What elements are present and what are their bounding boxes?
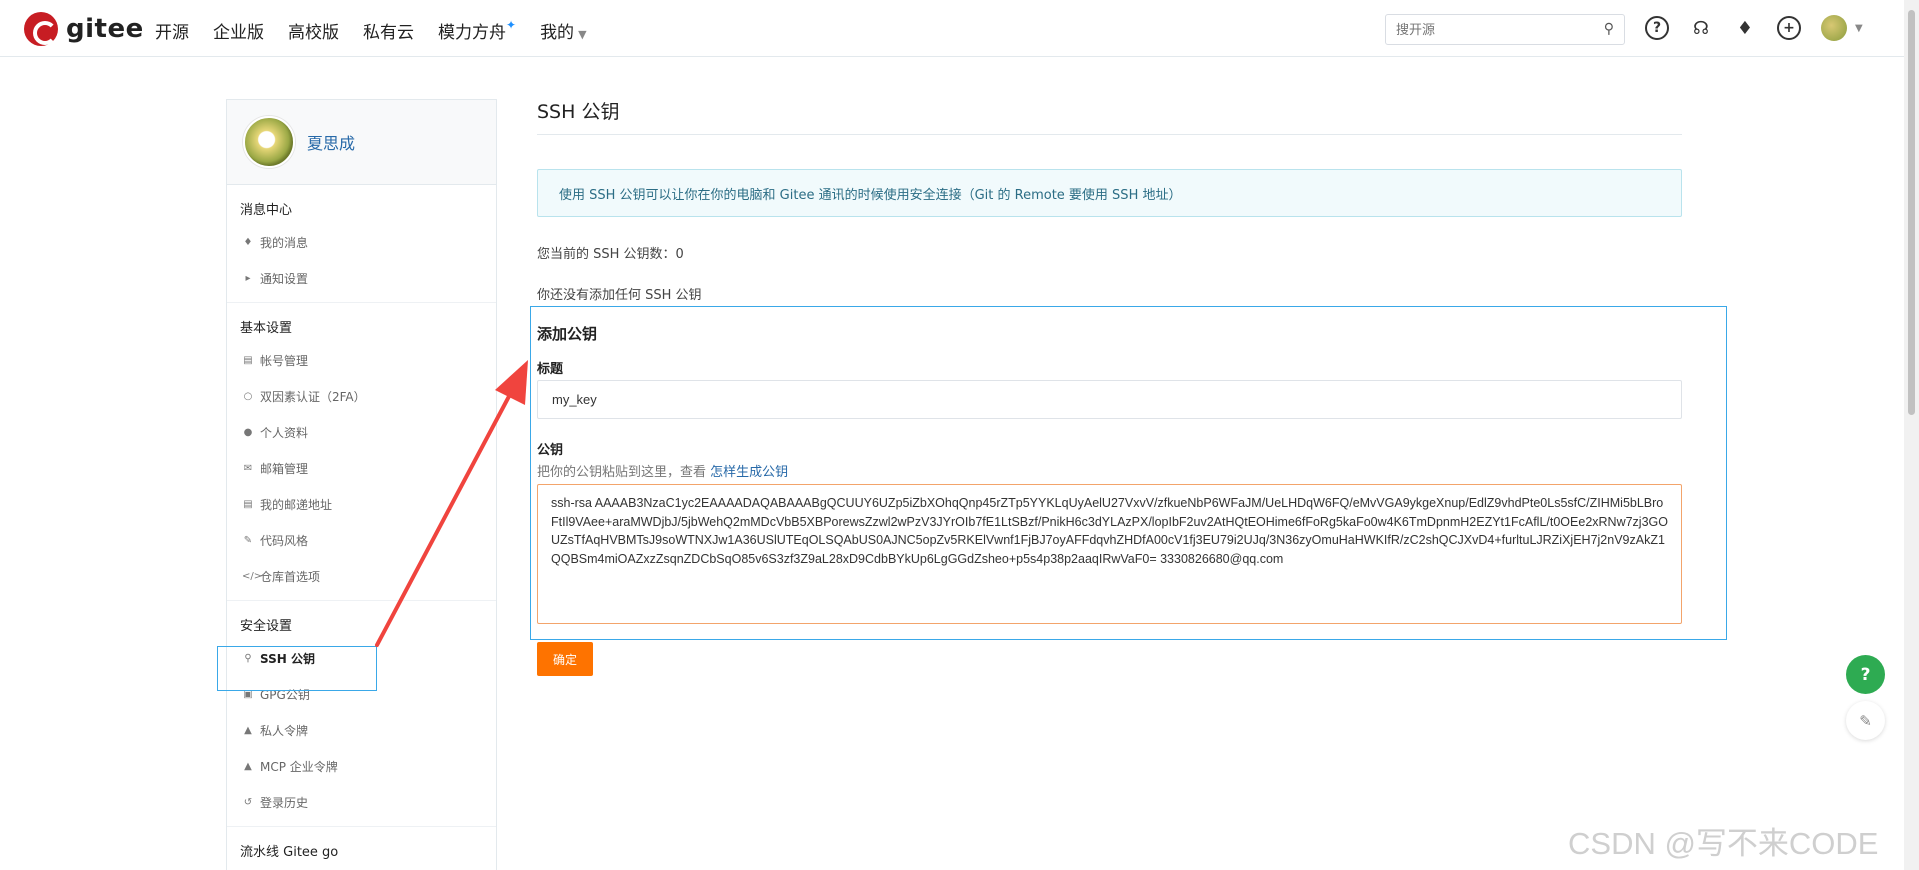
sidebar-item-login-history[interactable]: ↺ 登录历史 <box>227 784 496 820</box>
key-label: 公钥 <box>537 443 564 458</box>
public-key-textarea[interactable]: ssh-rsa AAAAB3NzaC1yc2EAAAADAQABAAABgQCU… <box>537 484 1682 624</box>
add-key-title: 添加公钥 <box>537 325 598 343</box>
help-button[interactable]: ? <box>1846 655 1885 694</box>
page-scrollbar[interactable] <box>1904 0 1919 870</box>
sidebar-item-my-messages[interactable]: ♦ 我的消息 <box>227 224 496 260</box>
sidebar-item-mcp-tokens[interactable]: ▲ MCP 企业令牌 <box>227 748 496 784</box>
sidebar-item-email[interactable]: ✉ 邮箱管理 <box>227 450 496 486</box>
lightbulb-icon[interactable]: ☊ <box>1689 16 1713 40</box>
sidebar-item-label: 通知设置 <box>260 271 309 286</box>
chevron-down-icon: ▼ <box>578 28 587 41</box>
feedback-edit-button[interactable]: ✎ <box>1846 701 1885 740</box>
sidebar-item-notification-settings[interactable]: ▸ 通知设置 <box>227 260 496 296</box>
sidebar-item-code-style[interactable]: ✎ 代码风格 <box>227 522 496 558</box>
search-input[interactable] <box>1386 15 1586 44</box>
envelope-icon: ✉ <box>243 462 253 474</box>
top-navbar: gitee 开源 企业版 高校版 私有云 模力方舟✦ 我的▼ ⚲ ? ☊ ♦ +… <box>0 0 1904 57</box>
group-title: 流水线 Gitee go <box>240 845 339 860</box>
nav-item-moli-label: 模力方舟 <box>438 23 506 43</box>
top-icons: ? ☊ ♦ + ▼ <box>1645 15 1863 41</box>
sidebar-item-label: 双因素认证（2FA） <box>260 389 366 404</box>
sidebar-item-label: 邮箱管理 <box>260 461 309 476</box>
info-alert: 使用 SSH 公钥可以让你在你的电脑和 Gitee 通讯的时候使用安全连接（Gi… <box>537 169 1682 217</box>
history-icon: ↺ <box>243 796 253 808</box>
sidebar-item-repo-prefs[interactable]: </> 仓库首选项 <box>227 558 496 594</box>
address-card-icon: ▤ <box>243 498 253 510</box>
key-count: 您当前的 SSH 公钥数：0 <box>537 243 1682 262</box>
search-icon[interactable]: ⚲ <box>1604 21 1614 37</box>
how-to-generate-link[interactable]: 怎样生成公钥 <box>710 465 788 480</box>
bell-icon[interactable]: ♦ <box>1733 16 1757 40</box>
plus-circle-icon[interactable]: + <box>1777 16 1801 40</box>
main-content: SSH 公钥 使用 SSH 公钥可以让你在你的电脑和 Gitee 通讯的时候使用… <box>530 97 1727 676</box>
settings-sidebar: 夏思成 消息中心 ♦ 我的消息 ▸ 通知设置 基本设置 ▤ 帐号管理 ○ 双因素认证（2… <box>226 99 497 870</box>
group-title: 消息中心 <box>240 203 293 218</box>
nav-item-mine-label: 我的 <box>540 23 575 43</box>
sidebar-item-profile[interactable]: ● 个人资料 <box>227 414 496 450</box>
sidebar-item-address[interactable]: ▤ 我的邮递地址 <box>227 486 496 522</box>
sidebar-item-label: 登录历史 <box>260 795 309 810</box>
code-icon: </> <box>242 570 263 582</box>
group-basic: 基本设置 ▤ 帐号管理 ○ 双因素认证（2FA） ● 个人资料 ✉ 邮箱管理 ▤ 我的邮递… <box>227 303 496 601</box>
active-item-highlight <box>217 646 377 691</box>
avatar[interactable] <box>243 116 295 168</box>
sparkle-icon: ✦ <box>506 18 517 32</box>
sidebar-item-label: 仓库首选项 <box>260 569 321 584</box>
nav-item-opensource[interactable]: 开源 <box>155 18 189 43</box>
key-hint-text: 把你的公钥粘贴到这里，查看 <box>537 465 707 480</box>
nav-item-university[interactable]: 高校版 <box>288 18 339 43</box>
group-pipeline: 流水线 Gitee go <box>227 827 496 870</box>
no-keys-text: 你还没有添加任何 SSH 公钥 <box>537 288 702 303</box>
key-title-input[interactable] <box>537 380 1682 419</box>
sidebar-item-label: 代码风格 <box>260 533 309 548</box>
sidebar-item-label: MCP 企业令牌 <box>260 759 338 774</box>
brush-icon: ✎ <box>243 534 253 546</box>
sidebar-item-label: 私人令牌 <box>260 723 309 738</box>
nav-item-mine[interactable]: 我的 ▼ <box>540 18 586 43</box>
token-icon: ▲ <box>244 760 252 772</box>
scrollbar-thumb[interactable] <box>1908 10 1915 415</box>
token-icon: ▲ <box>244 724 252 736</box>
speaker-icon: ▸ <box>245 272 251 284</box>
sidebar-item-account[interactable]: ▤ 帐号管理 <box>227 342 496 378</box>
question-icon[interactable]: ? <box>1645 16 1669 40</box>
sidebar-item-label: 帐号管理 <box>260 353 309 368</box>
sidebar-profile: 夏思成 <box>227 100 496 185</box>
title-label: 标题 <box>537 362 564 377</box>
sidebar-item-label: 个人资料 <box>260 425 309 440</box>
key-hint: 把你的公钥粘贴到这里，查看 怎样生成公钥 <box>537 461 788 480</box>
watermark: CSDN @写不来CODE <box>1568 826 1879 861</box>
user-key-icon: ○ <box>243 390 253 402</box>
group-messages: 消息中心 ♦ 我的消息 ▸ 通知设置 <box>227 185 496 303</box>
user-icon: ● <box>243 426 253 438</box>
key-count-value: 0 <box>675 247 684 262</box>
group-security: 安全设置 ⚲ SSH 公钥 ▣ GPG公钥 ▲ 私人令牌 ▲ MCP 企业令牌 ↺ 登录历… <box>227 601 496 827</box>
nav-item-moli[interactable]: 模力方舟✦ <box>438 18 516 43</box>
gitee-logo-icon <box>24 12 58 46</box>
confirm-button[interactable]: 确定 <box>537 642 593 676</box>
nav-item-enterprise[interactable]: 企业版 <box>213 18 264 43</box>
main-nav: 开源 企业版 高校版 私有云 模力方舟✦ 我的 ▼ <box>155 18 587 43</box>
bell-icon: ♦ <box>243 236 253 248</box>
page-title: SSH 公钥 <box>537 97 1682 135</box>
sidebar-item-2fa[interactable]: ○ 双因素认证（2FA） <box>227 378 496 414</box>
id-card-icon: ▤ <box>243 354 253 366</box>
sidebar-item-tokens[interactable]: ▲ 私人令牌 <box>227 712 496 748</box>
nav-item-private-cloud[interactable]: 私有云 <box>363 18 414 43</box>
avatar-chevron-down-icon[interactable]: ▼ <box>1855 23 1863 34</box>
info-text: 使用 SSH 公钥可以让你在你的电脑和 Gitee 通讯的时候使用安全连接（Gi… <box>559 187 1182 203</box>
key-count-label: 您当前的 SSH 公钥数： <box>537 247 676 262</box>
profile-name[interactable]: 夏思成 <box>307 130 355 154</box>
gitee-logo-text: gitee <box>66 14 144 44</box>
sidebar-item-label: 我的邮递地址 <box>260 497 333 512</box>
group-title: 安全设置 <box>240 619 293 634</box>
gitee-logo[interactable]: gitee <box>24 12 144 46</box>
group-title: 基本设置 <box>240 321 293 336</box>
search-box: ⚲ <box>1385 14 1625 45</box>
user-avatar[interactable] <box>1821 15 1847 41</box>
sidebar-item-label: 我的消息 <box>260 235 309 250</box>
